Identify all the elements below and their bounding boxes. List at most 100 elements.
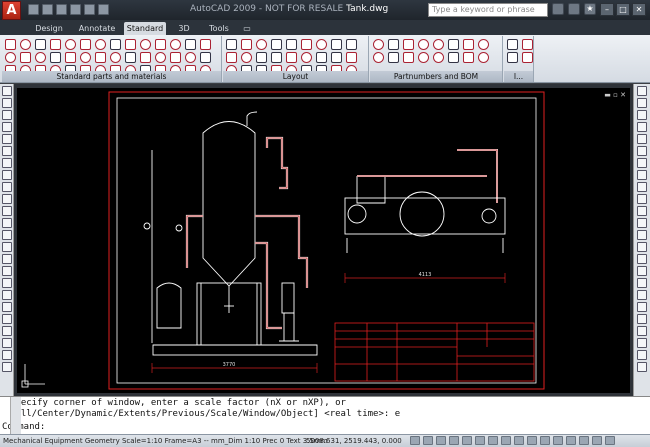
standard-part-icon[interactable] (200, 39, 211, 50)
layout-tool-icon[interactable] (271, 39, 282, 50)
binoculars-icon[interactable] (552, 3, 564, 15)
draw-tool-icon[interactable] (1, 290, 12, 300)
modify-tool-icon[interactable] (637, 86, 647, 96)
status-toggle-icon[interactable] (540, 436, 550, 445)
drawing-close-icon[interactable]: ✕ (620, 91, 626, 99)
draw-tool-icon[interactable] (1, 122, 12, 132)
layout-tool-icon[interactable] (286, 39, 297, 50)
draw-tool-icon[interactable] (1, 146, 12, 156)
layout-tool-icon[interactable] (241, 52, 252, 63)
standard-part-icon[interactable] (50, 52, 61, 63)
status-toggle-icon[interactable] (553, 436, 563, 445)
draw-tool-icon[interactable] (1, 326, 12, 336)
partnumber-tool-icon[interactable] (463, 52, 474, 63)
open-icon[interactable] (42, 4, 53, 15)
command-line[interactable]: Specify corner of window, enter a scale … (0, 396, 650, 435)
draw-tool-icon[interactable] (1, 170, 12, 180)
modify-tool-icon[interactable] (637, 170, 647, 180)
layout-tool-icon[interactable] (286, 52, 297, 63)
modify-tool-icon[interactable] (637, 230, 647, 240)
status-toggle-icon[interactable] (605, 436, 615, 445)
modify-tool-icon[interactable] (637, 206, 647, 216)
draw-tool-icon[interactable] (1, 302, 12, 312)
draw-tool-icon[interactable] (1, 86, 12, 96)
ribbon-minimize-icon[interactable]: ▭ (240, 22, 254, 35)
drawing-minimize-icon[interactable]: ▬ (604, 91, 611, 99)
redo-icon[interactable] (84, 4, 95, 15)
standard-part-icon[interactable] (200, 52, 211, 63)
layout-tool-icon[interactable] (271, 52, 282, 63)
layout-tool-icon[interactable] (316, 52, 327, 63)
partnumber-tool-icon[interactable] (418, 39, 429, 50)
standard-part-icon[interactable] (35, 52, 46, 63)
layout-tool-icon[interactable] (256, 39, 267, 50)
i-tool-icon[interactable] (507, 52, 518, 63)
close-icon[interactable]: ✕ (632, 3, 646, 16)
standard-part-icon[interactable] (20, 52, 31, 63)
partnumber-tool-icon[interactable] (388, 39, 399, 50)
standard-part-icon[interactable] (155, 39, 166, 50)
draw-tool-icon[interactable] (1, 218, 12, 228)
modify-tool-icon[interactable] (637, 302, 647, 312)
modify-tool-icon[interactable] (637, 158, 647, 168)
drawing-restore-icon[interactable]: ▫ (613, 91, 618, 99)
standard-part-icon[interactable] (125, 52, 136, 63)
draw-tool-icon[interactable] (1, 182, 12, 192)
draw-tool-icon[interactable] (1, 134, 12, 144)
favorites-icon[interactable]: ★ (584, 3, 596, 15)
standard-part-icon[interactable] (5, 52, 16, 63)
partnumber-tool-icon[interactable] (478, 39, 489, 50)
modify-tool-icon[interactable] (637, 146, 647, 156)
drawing-area[interactable]: ▬ ▫ ✕ 3770 4113 (17, 88, 630, 393)
modify-tool-icon[interactable] (637, 266, 647, 276)
standard-part-icon[interactable] (65, 52, 76, 63)
layout-tool-icon[interactable] (241, 39, 252, 50)
tab-standard[interactable]: Standard (124, 22, 166, 35)
save-icon[interactable] (56, 4, 67, 15)
draw-tool-icon[interactable] (1, 362, 12, 372)
i-tool-icon[interactable] (507, 39, 518, 50)
status-toggle-icon[interactable] (436, 436, 446, 445)
draw-tool-icon[interactable] (1, 254, 12, 264)
modify-tool-icon[interactable] (637, 110, 647, 120)
modify-tool-icon[interactable] (637, 98, 647, 108)
tab-tools[interactable]: Tools (204, 22, 234, 35)
draw-tool-icon[interactable] (1, 194, 12, 204)
modify-tool-icon[interactable] (637, 134, 647, 144)
tab-annotate[interactable]: Annotate (76, 22, 118, 35)
draw-tool-icon[interactable] (1, 266, 12, 276)
modify-tool-icon[interactable] (637, 350, 647, 360)
draw-tool-icon[interactable] (1, 98, 12, 108)
partnumber-tool-icon[interactable] (448, 39, 459, 50)
layout-tool-icon[interactable] (226, 52, 237, 63)
modify-tool-icon[interactable] (637, 314, 647, 324)
standard-part-icon[interactable] (50, 39, 61, 50)
draw-tool-icon[interactable] (1, 230, 12, 240)
partnumber-tool-icon[interactable] (463, 39, 474, 50)
standard-part-icon[interactable] (185, 52, 196, 63)
partnumber-tool-icon[interactable] (403, 52, 414, 63)
modify-tool-icon[interactable] (637, 218, 647, 228)
layout-tool-icon[interactable] (301, 52, 312, 63)
draw-tool-icon[interactable] (1, 110, 12, 120)
application-menu-button[interactable]: A (2, 1, 21, 20)
status-toggle-icon[interactable] (423, 436, 433, 445)
status-toggle-icon[interactable] (514, 436, 524, 445)
draw-tool-icon[interactable] (1, 242, 12, 252)
standard-part-icon[interactable] (185, 39, 196, 50)
modify-tool-icon[interactable] (637, 290, 647, 300)
draw-tool-icon[interactable] (1, 206, 12, 216)
standard-part-icon[interactable] (5, 39, 16, 50)
maximize-icon[interactable]: □ (616, 3, 630, 16)
status-toggle-icon[interactable] (592, 436, 602, 445)
standard-part-icon[interactable] (80, 52, 91, 63)
layout-tool-icon[interactable] (346, 52, 357, 63)
standard-part-icon[interactable] (125, 39, 136, 50)
standard-part-icon[interactable] (170, 39, 181, 50)
standard-part-icon[interactable] (35, 39, 46, 50)
standard-part-icon[interactable] (95, 39, 106, 50)
standard-part-icon[interactable] (140, 39, 151, 50)
minimize-icon[interactable]: – (600, 3, 614, 16)
standard-part-icon[interactable] (140, 52, 151, 63)
communication-icon[interactable] (568, 3, 580, 15)
